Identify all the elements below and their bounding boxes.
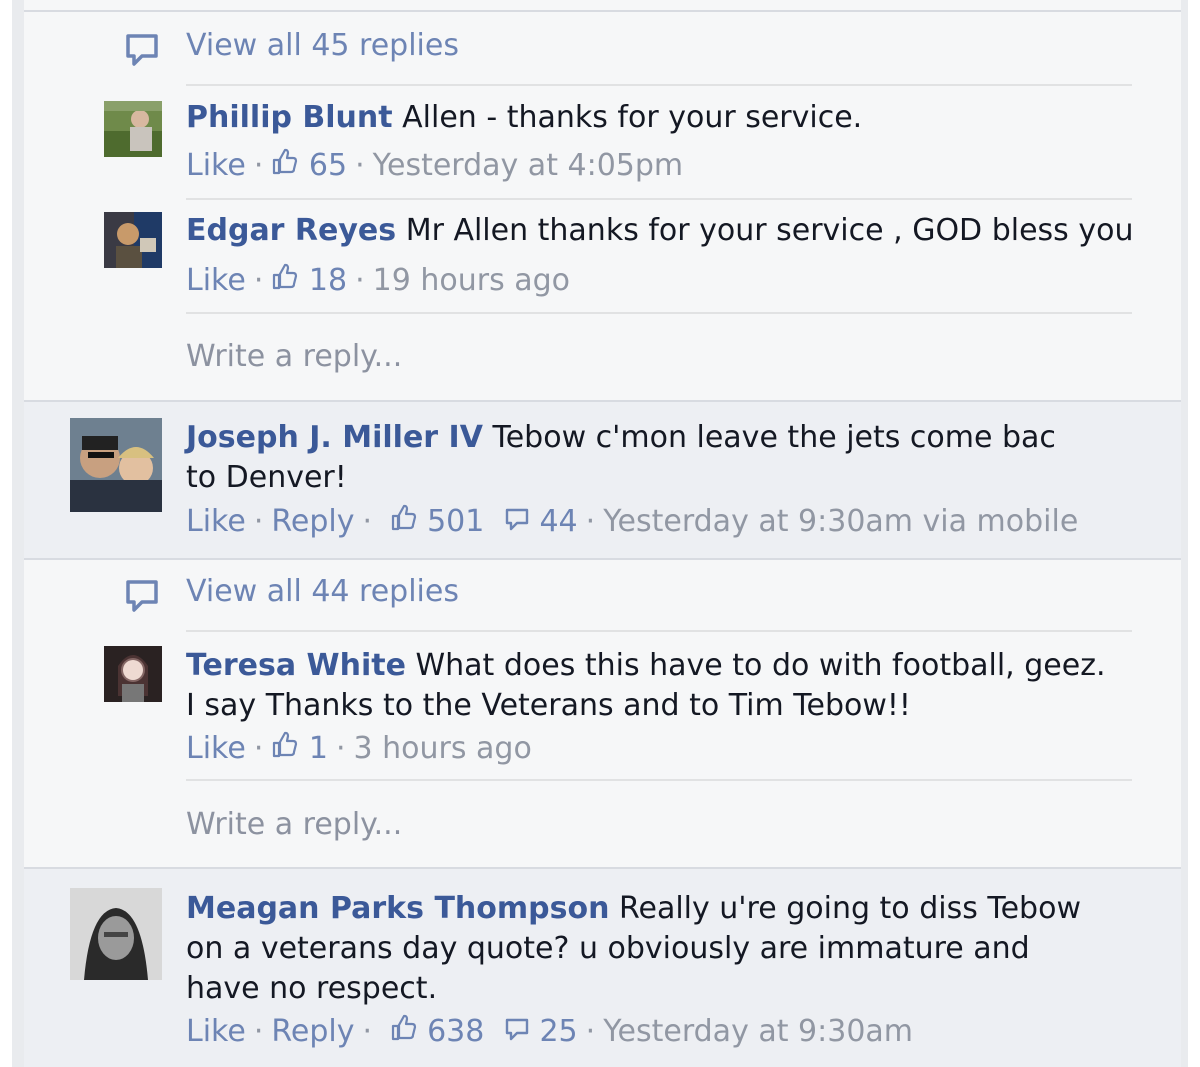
timestamp[interactable]: 19 hours ago: [373, 263, 570, 298]
timestamp[interactable]: 3 hours ago: [354, 731, 532, 766]
like-count[interactable]: 18: [309, 263, 347, 298]
avatar[interactable]: [104, 212, 162, 268]
timestamp[interactable]: Yesterday at 4:05pm: [373, 148, 684, 183]
author-link[interactable]: Teresa White: [186, 648, 406, 683]
divider: [186, 779, 1132, 781]
author-link[interactable]: Joseph J. Miller IV: [186, 420, 483, 455]
view-all-replies-link[interactable]: View all 44 replies: [186, 572, 459, 612]
reply-link[interactable]: Reply: [271, 504, 354, 539]
reply-bubble-icon: [504, 503, 530, 543]
reply-text: Edgar Reyes Mr Allen thanks for your ser…: [186, 211, 1133, 251]
reply-text: Teresa White What does this have to do w…: [186, 646, 1106, 726]
avatar[interactable]: [104, 101, 162, 157]
like-link[interactable]: Like: [186, 504, 246, 539]
separator: ·: [362, 504, 372, 539]
divider: [186, 84, 1132, 86]
thumbs-up-icon: [390, 1013, 418, 1053]
separator: ·: [585, 1014, 596, 1049]
write-reply-input[interactable]: Write a reply...: [186, 805, 402, 845]
thumbs-up-icon: [390, 503, 418, 543]
reply-bubble-icon: [504, 1013, 530, 1053]
separator: ·: [585, 504, 596, 539]
separator: ·: [253, 731, 264, 766]
divider: [186, 312, 1132, 314]
separator: ·: [253, 148, 264, 183]
like-count[interactable]: 1: [309, 731, 328, 766]
author-link[interactable]: Meagan Parks Thompson: [186, 891, 609, 926]
reply-meta: Like · 18 · 19 hours ago: [186, 261, 570, 302]
divider: [24, 558, 1181, 560]
avatar[interactable]: [104, 646, 162, 702]
like-link[interactable]: Like: [186, 263, 246, 298]
comment-meta: Like · Reply · 638 25 · Yesterday at 9:30am: [186, 1012, 913, 1053]
separator: ·: [253, 1014, 264, 1049]
reply-message: Mr Allen thanks for your service , GOD b…: [405, 213, 1134, 248]
thumbs-up-icon: [271, 147, 299, 187]
like-count[interactable]: 65: [309, 148, 347, 183]
separator: ·: [355, 148, 365, 183]
comment-text: Meagan Parks Thompson Really u're going …: [186, 889, 1106, 1009]
reply-message: Allen - thanks for your service.: [402, 100, 863, 135]
reply-count[interactable]: 25: [539, 1014, 577, 1049]
timestamp[interactable]: Yesterday at 9:30am via mobile: [603, 504, 1078, 539]
separator: ·: [362, 1014, 372, 1049]
separator: ·: [253, 263, 264, 298]
author-link[interactable]: Edgar Reyes: [186, 213, 396, 248]
like-count[interactable]: 638: [427, 1014, 484, 1049]
reply-meta: Like · 1 · 3 hours ago: [186, 729, 532, 770]
reply-count[interactable]: 44: [539, 504, 577, 539]
comment-text: Joseph J. Miller IV Tebow c'mon leave th…: [186, 418, 1086, 498]
divider: [186, 630, 1132, 632]
comment-meta: Like · Reply · 501 44 · Yesterday at 9:30am v…: [186, 502, 1078, 543]
like-link[interactable]: Like: [186, 148, 246, 183]
separator: ·: [355, 263, 365, 298]
reply-meta: Like · 65 · Yesterday at 4:05pm: [186, 146, 683, 187]
comment-bubble-icon: [124, 578, 160, 618]
avatar[interactable]: [70, 888, 162, 980]
thumbs-up-icon: [271, 262, 299, 302]
timestamp[interactable]: Yesterday at 9:30am: [603, 1014, 913, 1049]
view-all-replies-link[interactable]: View all 45 replies: [186, 26, 459, 66]
separator: ·: [253, 504, 264, 539]
divider: [24, 10, 1181, 12]
write-reply-input[interactable]: Write a reply...: [186, 337, 402, 377]
thumbs-up-icon: [271, 730, 299, 770]
divider: [186, 198, 1132, 200]
separator: ·: [336, 731, 346, 766]
like-count[interactable]: 501: [427, 504, 484, 539]
avatar[interactable]: [70, 418, 162, 512]
reply-text: Phillip Blunt Allen - thanks for your se…: [186, 98, 862, 138]
like-link[interactable]: Like: [186, 731, 246, 766]
reply-link[interactable]: Reply: [271, 1014, 354, 1049]
like-link[interactable]: Like: [186, 1014, 246, 1049]
author-link[interactable]: Phillip Blunt: [186, 100, 393, 135]
comment-bubble-icon: [124, 32, 160, 72]
